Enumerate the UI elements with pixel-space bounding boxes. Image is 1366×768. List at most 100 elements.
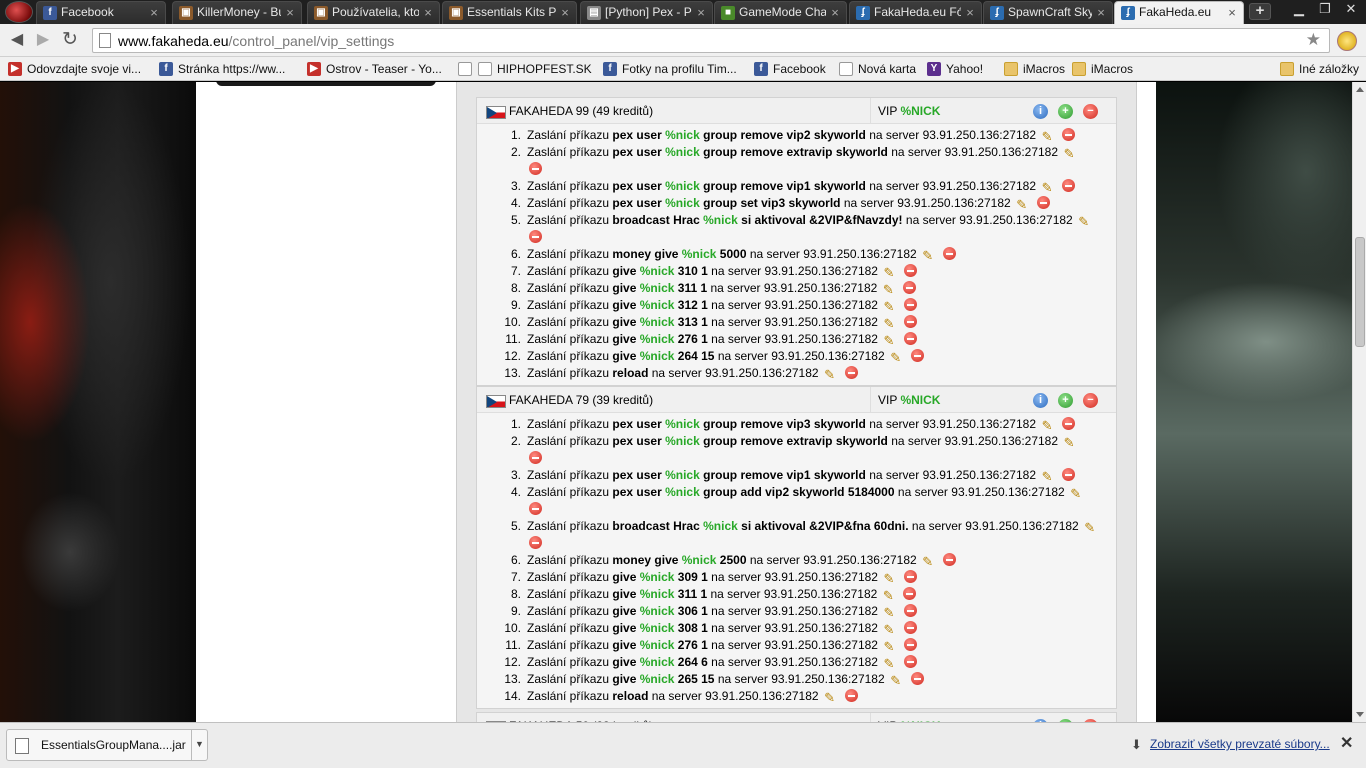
delete-package-icon[interactable]: −	[1083, 104, 1098, 119]
tab-9[interactable]: ʄ FakaHeda.eu ×	[1114, 1, 1244, 24]
bookmark-item[interactable]: f Facebook	[754, 60, 826, 78]
tab-6[interactable]: ■ GameMode Cha ×	[714, 1, 847, 24]
bookmark-item[interactable]: f Stránka https://ww...	[159, 60, 285, 78]
reload-icon[interactable]: ↻	[59, 29, 81, 51]
edit-pencil-icon[interactable]: ✎	[882, 572, 896, 586]
remove-command-icon[interactable]	[903, 604, 917, 617]
edit-pencil-icon[interactable]: ✎	[1015, 198, 1029, 212]
tab-close-icon[interactable]: ×	[421, 2, 435, 23]
edit-pencil-icon[interactable]: ✎	[882, 606, 896, 620]
edit-pencil-icon[interactable]: ✎	[882, 640, 896, 654]
bookmark-item[interactable]	[458, 60, 477, 78]
tab-close-icon[interactable]: ×	[694, 2, 708, 23]
edit-pencil-icon[interactable]: ✎	[921, 249, 935, 263]
tab-close-icon[interactable]: ×	[1094, 2, 1108, 23]
remove-command-icon[interactable]	[903, 621, 917, 634]
edit-pencil-icon[interactable]: ✎	[1062, 436, 1076, 450]
remove-command-icon[interactable]	[903, 587, 917, 600]
edit-pencil-icon[interactable]: ✎	[882, 317, 896, 331]
remove-command-icon[interactable]	[1062, 417, 1076, 430]
show-all-downloads-link[interactable]: Zobraziť všetky prevzaté súbory...	[1150, 737, 1330, 751]
bookmark-item[interactable]: ▶ Odovzdajte svoje vi...	[8, 60, 141, 78]
maximize-icon[interactable]: ❐	[1312, 0, 1338, 20]
browser-logo-icon[interactable]	[5, 1, 33, 23]
edit-pencil-icon[interactable]: ✎	[823, 368, 837, 382]
bookmark-item[interactable]: iMacros	[1004, 60, 1065, 78]
edit-pencil-icon[interactable]: ✎	[889, 351, 903, 365]
bookmark-item[interactable]: Iné záložky	[1280, 60, 1359, 78]
bookmark-item[interactable]: Nová karta	[839, 60, 916, 78]
tab-8[interactable]: ʄ SpawnCraft Sky ×	[983, 1, 1113, 24]
edit-pencil-icon[interactable]: ✎	[1040, 181, 1054, 195]
new-tab-button[interactable]: +	[1249, 3, 1271, 20]
edit-pencil-icon[interactable]: ✎	[921, 555, 935, 569]
edit-pencil-icon[interactable]: ✎	[1062, 147, 1076, 161]
scroll-up-icon[interactable]	[1356, 87, 1364, 92]
tab-close-icon[interactable]: ×	[1225, 2, 1239, 23]
add-command-icon[interactable]: +	[1058, 104, 1073, 119]
edit-pencil-icon[interactable]: ✎	[1069, 487, 1083, 501]
tab-close-icon[interactable]: ×	[147, 2, 161, 23]
remove-command-icon[interactable]	[942, 553, 956, 566]
scrollbar[interactable]	[1352, 82, 1366, 722]
edit-pencil-icon[interactable]: ✎	[882, 334, 896, 348]
bookmark-item[interactable]: iMacros	[1072, 60, 1133, 78]
remove-command-icon[interactable]	[844, 689, 858, 702]
remove-command-icon[interactable]	[910, 349, 924, 362]
edit-pencil-icon[interactable]: ✎	[1083, 521, 1097, 535]
edit-pencil-icon[interactable]: ✎	[882, 657, 896, 671]
remove-command-icon[interactable]	[529, 536, 542, 549]
remove-command-icon[interactable]	[1062, 128, 1076, 141]
tab-3[interactable]: ▣ Používatelia, kto ×	[307, 1, 440, 24]
info-icon[interactable]: i	[1033, 393, 1048, 408]
scroll-thumb[interactable]	[1355, 237, 1365, 347]
tab-close-icon[interactable]: ×	[963, 2, 977, 23]
back-icon[interactable]: ◀	[6, 29, 28, 51]
tab-5[interactable]: ▤ [Python] Pex - P ×	[580, 1, 713, 24]
remove-command-icon[interactable]	[529, 451, 542, 464]
close-download-bar-icon[interactable]: ✕	[1340, 733, 1353, 753]
forward-icon[interactable]: ▶	[32, 29, 54, 51]
remove-command-icon[interactable]	[844, 366, 858, 379]
remove-command-icon[interactable]	[529, 230, 542, 243]
remove-command-icon[interactable]	[903, 638, 917, 651]
remove-command-icon[interactable]	[529, 502, 542, 515]
edit-pencil-icon[interactable]: ✎	[882, 266, 896, 280]
tab-close-icon[interactable]: ×	[283, 2, 297, 23]
remove-command-icon[interactable]	[942, 247, 956, 260]
edit-pencil-icon[interactable]: ✎	[889, 674, 903, 688]
remove-command-icon[interactable]	[1062, 179, 1076, 192]
download-menu-icon[interactable]: ▼	[191, 730, 207, 760]
edit-pencil-icon[interactable]: ✎	[882, 300, 896, 314]
edit-pencil-icon[interactable]: ✎	[823, 691, 837, 705]
remove-command-icon[interactable]	[903, 570, 917, 583]
edit-pencil-icon[interactable]: ✎	[881, 283, 895, 297]
bookmark-star-icon[interactable]: ★	[1306, 30, 1321, 50]
tab-7[interactable]: ʄ FakaHeda.eu Fó ×	[849, 1, 982, 24]
edit-pencil-icon[interactable]: ✎	[881, 589, 895, 603]
info-icon[interactable]: i	[1033, 104, 1048, 119]
edit-pencil-icon[interactable]: ✎	[1040, 419, 1054, 433]
edit-pencil-icon[interactable]: ✎	[1040, 470, 1054, 484]
scroll-down-icon[interactable]	[1356, 712, 1364, 717]
tab-4[interactable]: ▣ Essentials Kits P ×	[442, 1, 577, 24]
extension-icon[interactable]	[1337, 31, 1357, 51]
edit-pencil-icon[interactable]: ✎	[1077, 215, 1091, 229]
bookmark-item[interactable]: f Fotky na profilu Tim...	[603, 60, 737, 78]
remove-command-icon[interactable]	[903, 655, 917, 668]
remove-command-icon[interactable]	[903, 315, 917, 328]
remove-command-icon[interactable]	[903, 264, 917, 277]
tab-close-icon[interactable]: ×	[558, 2, 572, 23]
remove-command-icon[interactable]	[903, 298, 917, 311]
close-window-icon[interactable]: ✕	[1338, 0, 1364, 20]
download-item[interactable]: EssentialsGroupMana....jar ▼	[6, 729, 208, 761]
remove-command-icon[interactable]	[529, 162, 542, 175]
minimize-icon[interactable]: ▁	[1286, 0, 1312, 20]
tab-close-icon[interactable]: ×	[828, 2, 842, 23]
address-bar[interactable]: www.fakaheda.eu/control_panel/vip_settin…	[92, 28, 1330, 53]
bookmark-item[interactable]: HIPHOPFEST.SK	[478, 60, 592, 78]
delete-package-icon[interactable]: −	[1083, 393, 1098, 408]
edit-pencil-icon[interactable]: ✎	[882, 623, 896, 637]
remove-command-icon[interactable]	[910, 672, 924, 685]
bookmark-item[interactable]: Y Yahoo!	[927, 60, 983, 78]
